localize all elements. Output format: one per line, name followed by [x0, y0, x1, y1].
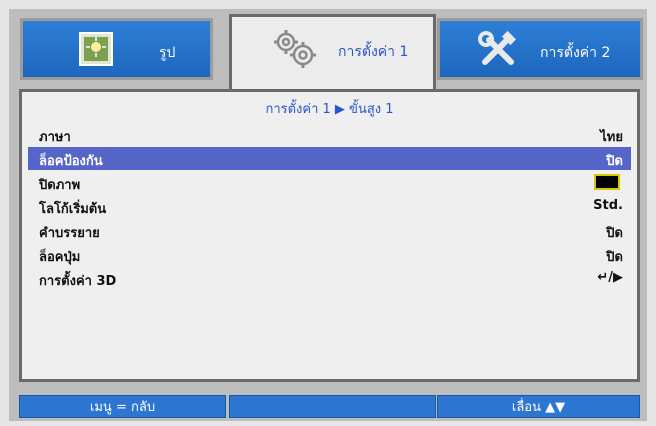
footer-empty-slot — [229, 395, 436, 418]
breadcrumb: การตั้งค่า 1 ▶ ขั้นสูง 1 — [265, 102, 394, 117]
picture-icon — [79, 32, 113, 70]
menu-item-label: ปิดภาพ — [39, 178, 81, 193]
menu-item-value: ไทย — [600, 130, 623, 145]
menu-item-keypad-lock[interactable]: ล็อคปุ่ม ปิด — [28, 243, 631, 266]
menu-item-value: ปิด — [606, 226, 623, 241]
menu-item-label: ภาษา — [39, 130, 71, 145]
tab-picture-label: รูป — [159, 45, 176, 61]
menu-item-blank-screen[interactable]: ปิดภาพ — [28, 171, 631, 194]
menu-item-value: ปิด — [606, 250, 623, 265]
menu-item-security-lock[interactable]: ล็อคป้องกัน ปิด — [28, 147, 631, 170]
menu-item-closed-caption[interactable]: คำบรรยาย ปิด — [28, 219, 631, 242]
scroll-hint-button[interactable]: เลื่อน ▲▼ — [437, 395, 640, 418]
tab-settings-1[interactable]: การตั้งค่า 1 — [229, 14, 436, 90]
tab-settings-2-label: การตั้งค่า 2 — [540, 45, 611, 61]
menu-item-label: ล็อคป้องกัน — [39, 154, 103, 169]
menu-item-label: ล็อคปุ่ม — [39, 250, 81, 265]
menu-item-language[interactable]: ภาษา ไทย — [28, 123, 631, 146]
color-swatch — [594, 174, 620, 190]
tools-icon — [477, 30, 519, 74]
menu-item-label: การตั้งค่า 3D — [39, 274, 117, 289]
menu-item-label: คำบรรยาย — [39, 226, 100, 241]
gears-icon — [272, 29, 318, 73]
menu-item-label: โลโก้เริ่มต้น — [39, 202, 107, 217]
menu-item-value: ↵/▶ — [597, 270, 623, 285]
tab-picture[interactable]: รูป — [20, 18, 213, 80]
menu-item-3d-settings[interactable]: การตั้งค่า 3D ↵/▶ — [28, 267, 631, 290]
tab-settings-2[interactable]: การตั้งค่า 2 — [437, 18, 643, 80]
menu-item-value: Std. — [593, 198, 623, 213]
menu-back-button[interactable]: เมนู = กลับ — [19, 395, 226, 418]
menu-item-start-logo[interactable]: โลโก้เริ่มต้น Std. — [28, 195, 631, 218]
menu-item-value: ปิด — [606, 154, 623, 169]
settings-panel: การตั้งค่า 1 ▶ ขั้นสูง 1 ภาษา ไทย ล็อคป้… — [19, 89, 640, 382]
tab-settings-1-label: การตั้งค่า 1 — [338, 44, 409, 60]
